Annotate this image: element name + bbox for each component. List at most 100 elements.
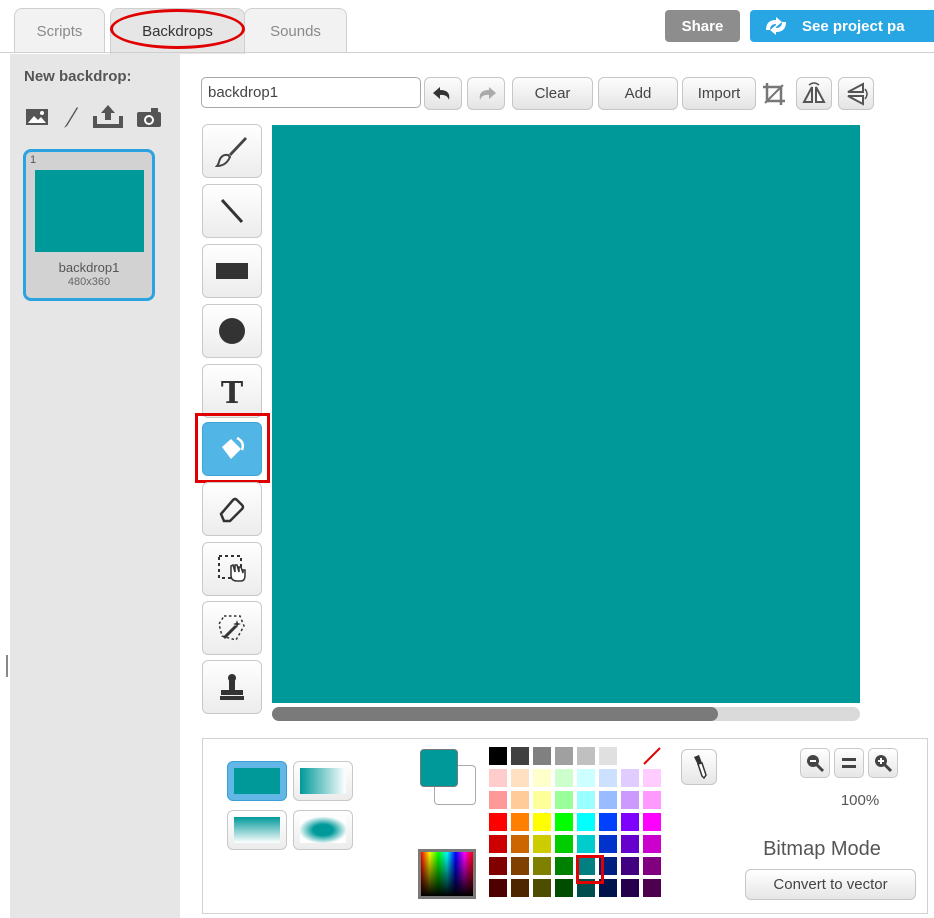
palette-swatch[interactable] — [555, 857, 573, 875]
palette-swatch[interactable] — [577, 813, 595, 831]
palette-swatch[interactable] — [533, 813, 551, 831]
palette-swatch[interactable] — [621, 857, 639, 875]
palette-swatch[interactable] — [511, 791, 529, 809]
tab-sounds[interactable]: Sounds — [244, 8, 347, 53]
palette-swatch[interactable] — [643, 835, 661, 853]
backdrop-name-input[interactable] — [201, 77, 421, 108]
palette-swatch[interactable] — [555, 769, 573, 787]
tab-backdrops[interactable]: Backdrops — [110, 8, 245, 54]
paint-canvas[interactable] — [272, 125, 860, 703]
palette-swatch[interactable] — [621, 813, 639, 831]
palette-swatch[interactable] — [599, 769, 617, 787]
tool-rectangle[interactable] — [202, 244, 262, 298]
palette-swatch[interactable] — [511, 813, 529, 831]
convert-to-vector-button[interactable]: Convert to vector — [745, 869, 916, 900]
tool-text[interactable]: T — [202, 364, 262, 418]
undo-button[interactable] — [424, 77, 462, 110]
palette-swatch[interactable] — [489, 769, 507, 787]
palette-swatch[interactable] — [533, 769, 551, 787]
palette-swatch[interactable] — [577, 835, 595, 853]
tab-scripts[interactable]: Scripts — [14, 8, 105, 53]
tool-ellipse[interactable] — [202, 304, 262, 358]
flip-vertical-button[interactable] — [838, 77, 874, 110]
palette-swatch[interactable] — [511, 747, 529, 765]
palette-swatch[interactable] — [489, 835, 507, 853]
palette-swatch[interactable] — [533, 857, 551, 875]
primary-color-swatch[interactable] — [420, 749, 458, 787]
import-button[interactable]: Import — [682, 77, 756, 110]
tool-line[interactable] — [202, 184, 262, 238]
tool-fill[interactable] — [202, 422, 262, 476]
palette-swatch[interactable] — [511, 769, 529, 787]
zoom-reset-button[interactable] — [834, 748, 864, 778]
fill-vertical-gradient-option[interactable] — [227, 810, 287, 850]
palette-swatch[interactable] — [577, 791, 595, 809]
share-button[interactable]: Share — [665, 10, 740, 42]
palette-swatch[interactable] — [533, 879, 551, 897]
scrollbar-thumb[interactable] — [272, 707, 718, 721]
palette-swatch[interactable] — [555, 835, 573, 853]
palette-swatch[interactable] — [643, 857, 661, 875]
add-button[interactable]: Add — [598, 77, 678, 110]
zoom-out-button[interactable] — [800, 748, 830, 778]
palette-swatch[interactable] — [511, 857, 529, 875]
palette-swatch[interactable] — [489, 857, 507, 875]
palette-swatch[interactable] — [555, 791, 573, 809]
palette-swatch[interactable] — [599, 857, 617, 875]
upload-file-icon[interactable] — [90, 104, 126, 130]
palette-swatch[interactable] — [621, 879, 639, 897]
palette-swatch[interactable] — [577, 879, 595, 897]
tool-magic-select[interactable] — [202, 601, 262, 655]
palette-swatch[interactable] — [489, 879, 507, 897]
palette-swatch[interactable] — [599, 791, 617, 809]
redo-button[interactable] — [467, 77, 505, 110]
palette-swatch[interactable] — [489, 747, 507, 765]
palette-swatch[interactable] — [555, 879, 573, 897]
palette-swatch[interactable] — [533, 747, 551, 765]
zoom-in-button[interactable] — [868, 748, 898, 778]
palette-swatch[interactable] — [511, 879, 529, 897]
palette-swatch[interactable] — [621, 769, 639, 787]
see-project-page-button[interactable]: See project pa — [750, 10, 934, 42]
paint-new-icon[interactable] — [60, 104, 82, 130]
palette-swatch[interactable] — [621, 791, 639, 809]
palette-swatch[interactable] — [599, 835, 617, 853]
palette-swatch[interactable] — [599, 747, 617, 765]
palette-swatch[interactable] — [599, 879, 617, 897]
fill-solid-option[interactable] — [227, 761, 287, 801]
tool-select[interactable] — [202, 542, 262, 596]
panel-splitter-handle[interactable] — [6, 655, 8, 677]
palette-swatch[interactable] — [621, 747, 639, 765]
palette-transparent-swatch[interactable] — [643, 747, 661, 765]
palette-swatch[interactable] — [533, 835, 551, 853]
tool-brush[interactable] — [202, 124, 262, 178]
palette-swatch[interactable] — [643, 813, 661, 831]
palette-swatch[interactable] — [555, 747, 573, 765]
fill-radial-gradient-option[interactable] — [293, 810, 353, 850]
crop-button[interactable] — [757, 77, 791, 110]
fill-horizontal-gradient-option[interactable] — [293, 761, 353, 801]
palette-swatch[interactable] — [643, 791, 661, 809]
palette-swatch[interactable] — [599, 813, 617, 831]
tool-stamp[interactable] — [202, 660, 262, 714]
palette-swatch[interactable] — [489, 813, 507, 831]
palette-swatch[interactable] — [533, 791, 551, 809]
clear-button[interactable]: Clear — [512, 77, 593, 110]
palette-swatch[interactable] — [577, 747, 595, 765]
palette-swatch[interactable] — [621, 835, 639, 853]
palette-swatch[interactable] — [577, 769, 595, 787]
flip-horizontal-button[interactable] — [796, 77, 832, 110]
tool-eraser[interactable] — [202, 482, 262, 536]
color-spectrum-picker[interactable] — [418, 849, 476, 899]
eyedropper-button[interactable] — [681, 749, 717, 785]
choose-from-library-icon[interactable] — [24, 104, 50, 130]
redo-icon — [479, 86, 496, 100]
palette-swatch[interactable] — [643, 879, 661, 897]
palette-swatch[interactable] — [511, 835, 529, 853]
palette-swatch[interactable] — [489, 791, 507, 809]
palette-swatch[interactable] — [577, 857, 595, 875]
see-project-icon — [766, 17, 786, 35]
palette-swatch[interactable] — [555, 813, 573, 831]
camera-icon[interactable] — [135, 104, 163, 130]
palette-swatch[interactable] — [643, 769, 661, 787]
